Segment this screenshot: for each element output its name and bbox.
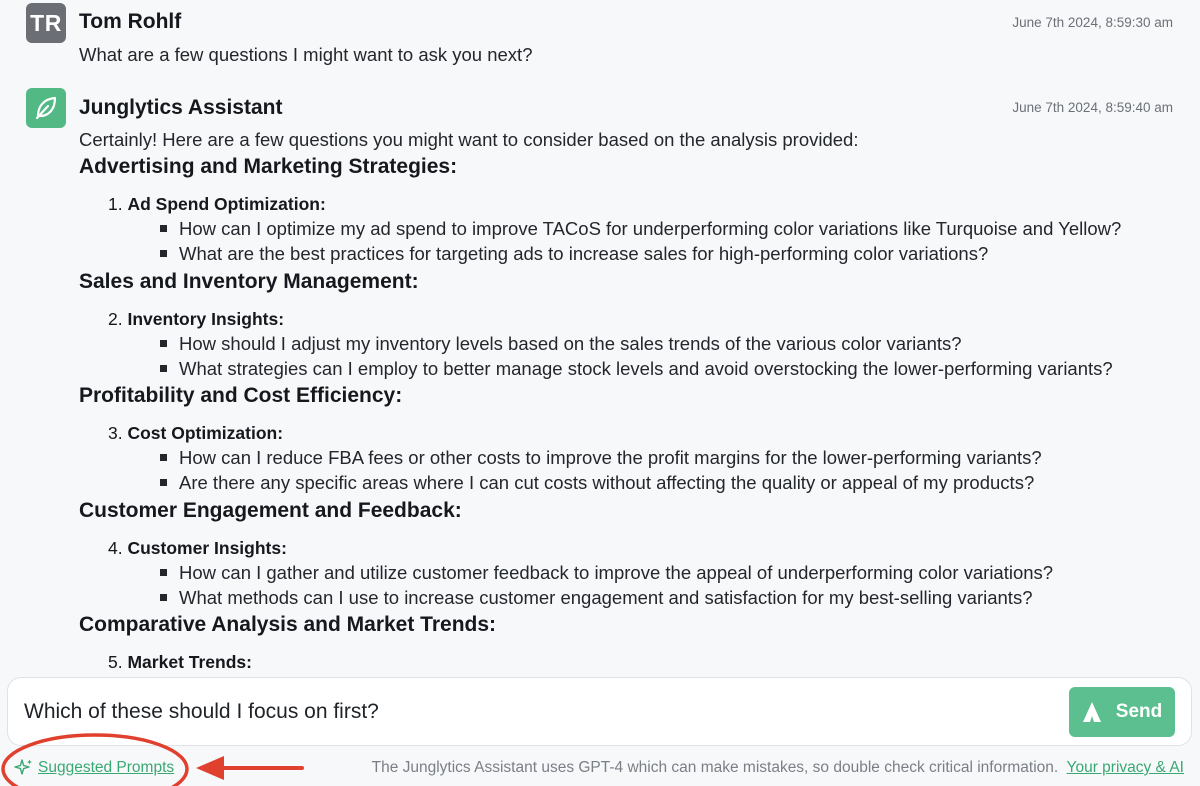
bullet-item: How can I gather and utilize customer fe…: [160, 562, 1053, 584]
leaf-icon: [35, 96, 57, 120]
bullet-item: What strategies can I employ to better m…: [160, 358, 1113, 380]
bullet-item: How can I optimize my ad spend to improv…: [160, 218, 1121, 240]
bullet-text: What are the best practices for targetin…: [179, 243, 989, 264]
sparkle-icon: [14, 759, 32, 775]
list-item-label: Customer Insights:: [127, 538, 287, 558]
user-timestamp: June 7th 2024, 8:59:30 am: [1012, 15, 1173, 30]
user-message-text: What are a few questions I might want to…: [79, 44, 533, 65]
message-input[interactable]: Which of these should I focus on first?: [24, 700, 379, 724]
bullet-item: Are there any specific areas where I can…: [160, 472, 1034, 494]
list-item-number: 2.: [108, 309, 123, 329]
list-item-number: 3.: [108, 423, 123, 443]
bullet-text: How can I reduce FBA fees or other costs…: [179, 447, 1042, 468]
suggested-prompts-link[interactable]: Suggested Prompts: [14, 758, 174, 778]
bullet-text: How can I gather and utilize customer fe…: [179, 562, 1054, 583]
bullet-item: What methods can I use to increase custo…: [160, 587, 1032, 609]
section-heading: Customer Engagement and Feedback:: [79, 499, 462, 522]
section-heading: Comparative Analysis and Market Trends:: [79, 613, 497, 636]
bullet-text: How should I adjust my inventory levels …: [179, 333, 962, 354]
assistant-intro: Certainly! Here are a few questions you …: [79, 129, 859, 150]
user-avatar-initials: TR: [30, 9, 62, 36]
bullet-item: How can I reduce FBA fees or other costs…: [160, 447, 1042, 469]
list-item-label: Ad Spend Optimization:: [127, 194, 326, 214]
list-item-number: 5.: [108, 652, 123, 672]
suggested-prompts-label: Suggested Prompts: [38, 759, 175, 776]
list-item-label: Cost Optimization:: [127, 423, 284, 443]
list-item-label: Market Trends:: [127, 652, 252, 672]
list-item-number: 4.: [108, 538, 123, 558]
user-name: Tom Rohlf: [79, 10, 182, 33]
list-item-title: 1. Ad Spend Optimization:: [108, 194, 326, 215]
section-heading: Sales and Inventory Management:: [79, 270, 419, 293]
bullet-text: How can I optimize my ad spend to improv…: [179, 218, 1122, 239]
ai-disclaimer: The Junglytics Assistant uses GPT-4 whic…: [372, 759, 1184, 777]
bullet-item: How should I adjust my inventory levels …: [160, 333, 962, 355]
send-button-label: Send: [1115, 701, 1163, 722]
bullet-text: What strategies can I employ to better m…: [179, 358, 1113, 379]
assistant-timestamp: June 7th 2024, 8:59:40 am: [1012, 100, 1173, 115]
list-item-title: 5. Market Trends:: [108, 652, 252, 673]
send-button[interactable]: Send: [1069, 687, 1175, 737]
section-heading: Profitability and Cost Efficiency:: [79, 384, 403, 407]
list-item-title: 2. Inventory Insights:: [108, 309, 284, 330]
privacy-link[interactable]: Your privacy & AI: [1067, 759, 1184, 776]
send-arrow-icon: [1082, 702, 1101, 722]
list-item-title: 4. Customer Insights:: [108, 538, 287, 559]
footer: Suggested Prompts The Junglytics Assista…: [0, 750, 1200, 786]
list-item-label: Inventory Insights:: [127, 309, 285, 329]
section-heading: Advertising and Marketing Strategies:: [79, 155, 458, 178]
assistant-avatar: [26, 88, 66, 128]
user-avatar: TR: [26, 3, 66, 43]
message-composer[interactable]: Which of these should I focus on first? …: [7, 677, 1192, 746]
assistant-name: Junglytics Assistant: [79, 96, 283, 119]
bullet-text: Are there any specific areas where I can…: [179, 472, 1035, 493]
list-item-title: 3. Cost Optimization:: [108, 423, 283, 444]
disclaimer-text: The Junglytics Assistant uses GPT-4 whic…: [371, 759, 1059, 776]
bullet-item: What are the best practices for targetin…: [160, 243, 988, 265]
chat-transcript: TR Tom Rohlf June 7th 2024, 8:59:30 am W…: [0, 0, 1200, 680]
bullet-text: What methods can I use to increase custo…: [179, 587, 1033, 608]
list-item-number: 1.: [108, 194, 123, 214]
